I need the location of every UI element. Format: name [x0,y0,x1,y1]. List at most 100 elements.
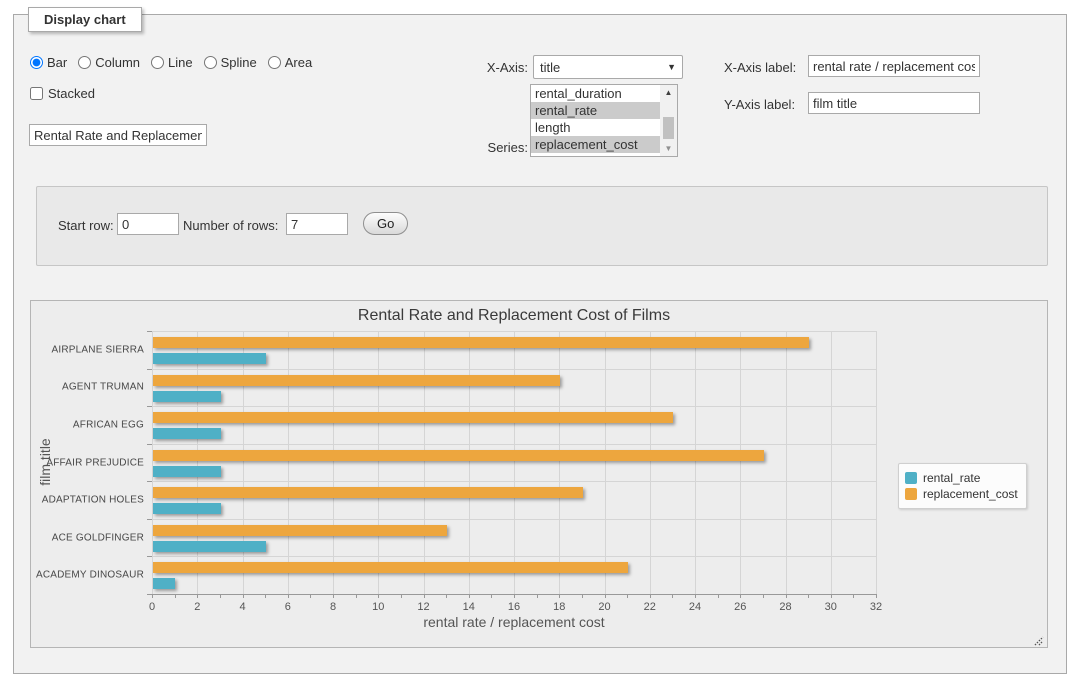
chart-type-radio-line[interactable] [151,56,164,69]
chart-type-option-line[interactable]: Line [151,55,193,70]
legend-item-replacement_cost[interactable]: replacement_cost [905,487,1018,501]
x-tick-label: 12 [417,601,429,613]
start-row-input[interactable] [117,213,179,235]
gridline-x [469,331,470,594]
chart-type-option-area[interactable]: Area [268,55,312,70]
x-tick-label: 20 [598,601,610,613]
category-label: ACE GOLDFINGER [31,532,144,543]
chart-type-option-bar[interactable]: Bar [30,55,67,70]
x-tick-label: 18 [553,601,565,613]
gridline-y [152,331,876,332]
chart-type-radio-bar[interactable] [30,56,43,69]
bar-replacement_cost [153,525,447,536]
scrollbar-thumb[interactable] [663,117,674,139]
gridline-x [650,331,651,594]
chart-title-input[interactable] [29,124,207,146]
bar-rental_rate [153,466,221,477]
y-tick [147,556,152,557]
x-tick-label: 24 [689,601,701,613]
go-button[interactable]: Go [363,212,408,235]
series-option-rental_rate[interactable]: rental_rate [531,102,660,119]
num-rows-label: Number of rows: [183,218,278,233]
series-scrollbar[interactable]: ▲ ▼ [660,85,677,156]
x-tick-label: 0 [149,601,155,613]
series-option-replacement_cost[interactable]: replacement_cost [531,136,660,153]
bar-rental_rate [153,391,221,402]
x-tick-label: 16 [508,601,520,613]
gridline-x [740,331,741,594]
series-select-label: Series: [440,140,528,155]
bar-replacement_cost [153,487,583,498]
fieldset-title: Display chart [28,7,142,32]
num-rows-input[interactable] [286,213,348,235]
series-listbox[interactable]: rental_durationrental_ratelengthreplacem… [530,84,678,157]
bar-replacement_cost [153,450,764,461]
legend-label: replacement_cost [923,487,1018,501]
chart-type-radio-spline[interactable] [204,56,217,69]
xaxis-select-label: X-Axis: [440,60,528,75]
x-axis-line [147,594,876,595]
xaxis-label-input[interactable] [808,55,980,77]
category-label: AIRPLANE SIERRA [31,344,144,355]
chart-type-radio-column[interactable] [78,56,91,69]
gridline-x [333,331,334,594]
bar-rental_rate [153,578,175,589]
xaxis-selected-value: title [540,60,667,75]
gridline-x [514,331,515,594]
stacked-checkbox[interactable] [30,87,43,100]
series-option-rental_duration[interactable]: rental_duration [531,85,660,102]
chart-title: Rental Rate and Replacement Cost of Film… [152,307,876,325]
gridline-y [152,481,876,482]
page: Display chart Bar Column Line Spline Area St… [0,0,1081,681]
category-label: AFRICAN EGG [31,419,144,430]
x-tick-label: 26 [734,601,746,613]
gridline-x [559,331,560,594]
x-tick-label: 32 [870,601,882,613]
gridline-x [831,331,832,594]
gridline-x [378,331,379,594]
bar-rental_rate [153,541,266,552]
category-label: AFFAIR PREJUDICE [31,457,144,468]
chevron-down-icon: ▼ [667,62,676,72]
series-option-length[interactable]: length [531,119,660,136]
y-tick [147,369,152,370]
row-range-panel: Start row: Number of rows: Go [36,186,1048,266]
gridline-y [152,519,876,520]
gridline-x [152,331,153,594]
gridline-y [152,444,876,445]
y-tick [147,406,152,407]
gridline-x [288,331,289,594]
bar-rental_rate [153,353,266,364]
chart-type-label: Area [285,55,312,70]
scroll-up-icon[interactable]: ▲ [660,85,677,100]
legend-item-rental_rate[interactable]: rental_rate [905,471,1018,485]
yaxis-label-input[interactable] [808,92,980,114]
chart-type-label: Column [95,55,140,70]
scroll-down-icon[interactable]: ▼ [660,141,677,156]
bar-rental_rate [153,428,221,439]
gridline-x [197,331,198,594]
chart-type-radio-area[interactable] [268,56,281,69]
y-tick [147,444,152,445]
chart-type-option-column[interactable]: Column [78,55,140,70]
x-tick-label: 22 [644,601,656,613]
gridline-x [876,331,877,594]
stacked-option[interactable]: Stacked [30,86,95,101]
category-label: ADAPTATION HOLES [31,495,144,506]
chart-container: Rental Rate and Replacement Cost of Film… [30,300,1048,648]
yaxis-label-label: Y-Axis label: [724,97,795,112]
y-tick [147,481,152,482]
x-tick-label: 14 [463,601,475,613]
bar-replacement_cost [153,412,673,423]
start-row-label: Start row: [58,218,114,233]
gridline-x [695,331,696,594]
x-tick-label: 2 [194,601,200,613]
resize-handle-icon[interactable] [1033,633,1044,644]
xaxis-select[interactable]: title ▼ [533,55,683,79]
chart-type-option-spline[interactable]: Spline [204,55,257,70]
bar-replacement_cost [153,562,628,573]
xaxis-label-label: X-Axis label: [724,60,796,75]
chart-type-label: Bar [47,55,67,70]
x-axis-title: rental rate / replacement cost [152,614,876,630]
category-label: ACADEMY DINOSAUR [31,570,144,581]
